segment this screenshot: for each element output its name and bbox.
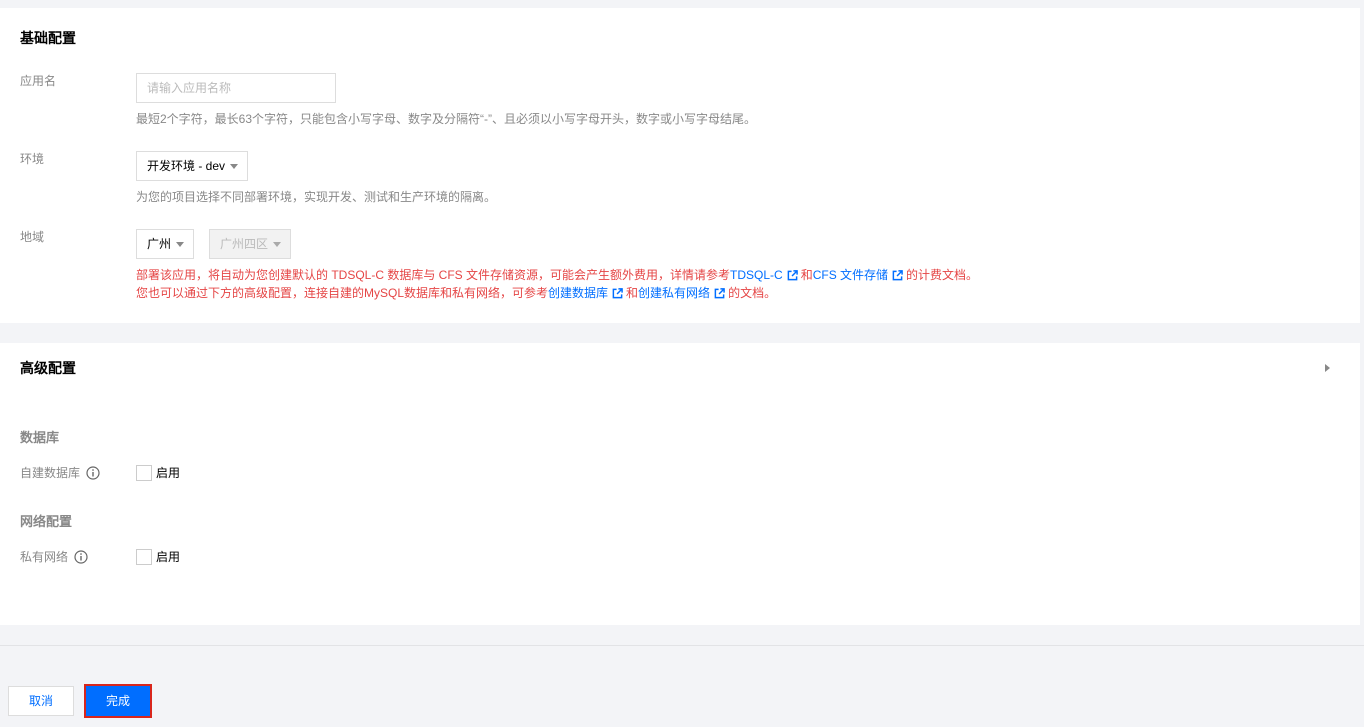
env-hint: 为您的项目选择不同部署环境，实现开发、测试和生产环境的隔离。 — [136, 190, 497, 204]
self-built-database-label: 自建数据库 — [20, 464, 100, 482]
cancel-button[interactable]: 取消 — [8, 686, 74, 716]
region-label: 地域 — [20, 230, 45, 244]
enable-network-label[interactable]: 启用 — [156, 548, 180, 566]
env-select[interactable]: 开发环境 - dev — [136, 151, 248, 181]
app-name-input[interactable] — [136, 73, 336, 103]
advanced-config-panel: 高级配置 数据库 自建数据库 启用 网络配置 私有网络 启用 — [0, 343, 1360, 625]
enable-database-checkbox[interactable] — [136, 465, 152, 481]
env-select-value: 开发环境 - dev — [147, 159, 226, 173]
tdsql-c-link-label: TDSQL-C — [730, 268, 783, 282]
footer-divider — [0, 645, 1364, 646]
confirm-button[interactable]: 完成 — [86, 686, 150, 716]
chevron-down-icon — [273, 242, 281, 247]
external-link-icon — [714, 287, 725, 298]
info-icon[interactable] — [86, 466, 100, 480]
network-heading: 网络配置 — [20, 514, 73, 529]
caret-right-icon[interactable] — [1325, 364, 1330, 372]
chevron-down-icon — [176, 242, 184, 247]
region-select-value: 广州 — [147, 237, 172, 251]
create-vpc-link[interactable]: 创建私有网络 — [638, 284, 728, 302]
notice-separator: 和 — [626, 286, 639, 300]
enable-network-checkbox[interactable] — [136, 549, 152, 565]
notice-tail: 的文档。 — [728, 286, 777, 300]
cfs-storage-link[interactable]: CFS 文件存储 — [813, 266, 906, 284]
basic-config-panel: 基础配置 应用名 最短2个字符，最长63个字符，只能包含小写字母、数字及分隔符“… — [0, 8, 1360, 323]
notice-text: 您也可以通过下方的高级配置，连接自建的MySQL数据库和私有网络，可参考 — [136, 286, 549, 300]
external-link-icon — [612, 287, 623, 298]
basic-config-title: 基础配置 — [20, 30, 76, 46]
cfs-storage-link-label: CFS 文件存储 — [812, 268, 889, 282]
zone-select-value: 广州四区 — [220, 237, 269, 251]
private-network-label: 私有网络 — [20, 548, 88, 566]
private-network-label-text: 私有网络 — [20, 550, 69, 564]
enable-database-label[interactable]: 启用 — [156, 464, 180, 482]
create-database-link-label: 创建数据库 — [548, 286, 609, 300]
tdsql-c-link[interactable]: TDSQL-C — [730, 266, 801, 284]
create-database-link[interactable]: 创建数据库 — [548, 284, 626, 302]
create-vpc-link-label: 创建私有网络 — [638, 286, 711, 300]
external-link-icon — [892, 269, 903, 280]
notice-text: 部署该应用，将自动为您创建默认的 TDSQL-C 数据库与 CFS 文件存储资源… — [136, 268, 731, 282]
app-name-label: 应用名 — [20, 74, 57, 88]
app-name-hint: 最短2个字符，最长63个字符，只能包含小写字母、数字及分隔符“-”、且必须以小写… — [136, 112, 757, 126]
chevron-down-icon — [230, 164, 238, 169]
advanced-config-title: 高级配置 — [20, 360, 76, 376]
env-label: 环境 — [20, 152, 45, 166]
notice-separator: 和 — [800, 268, 813, 282]
region-notice-line-2: 您也可以通过下方的高级配置，连接自建的MySQL数据库和私有网络，可参考 创建数据… — [136, 284, 776, 302]
external-link-icon — [787, 269, 798, 280]
info-icon[interactable] — [74, 550, 88, 564]
region-select[interactable]: 广州 — [136, 229, 194, 259]
database-heading: 数据库 — [20, 430, 60, 445]
region-notice-line-1: 部署该应用，将自动为您创建默认的 TDSQL-C 数据库与 CFS 文件存储资源… — [136, 266, 978, 284]
zone-select: 广州四区 — [209, 229, 291, 259]
notice-tail: 的计费文档。 — [906, 268, 979, 282]
self-built-database-label-text: 自建数据库 — [20, 466, 81, 480]
